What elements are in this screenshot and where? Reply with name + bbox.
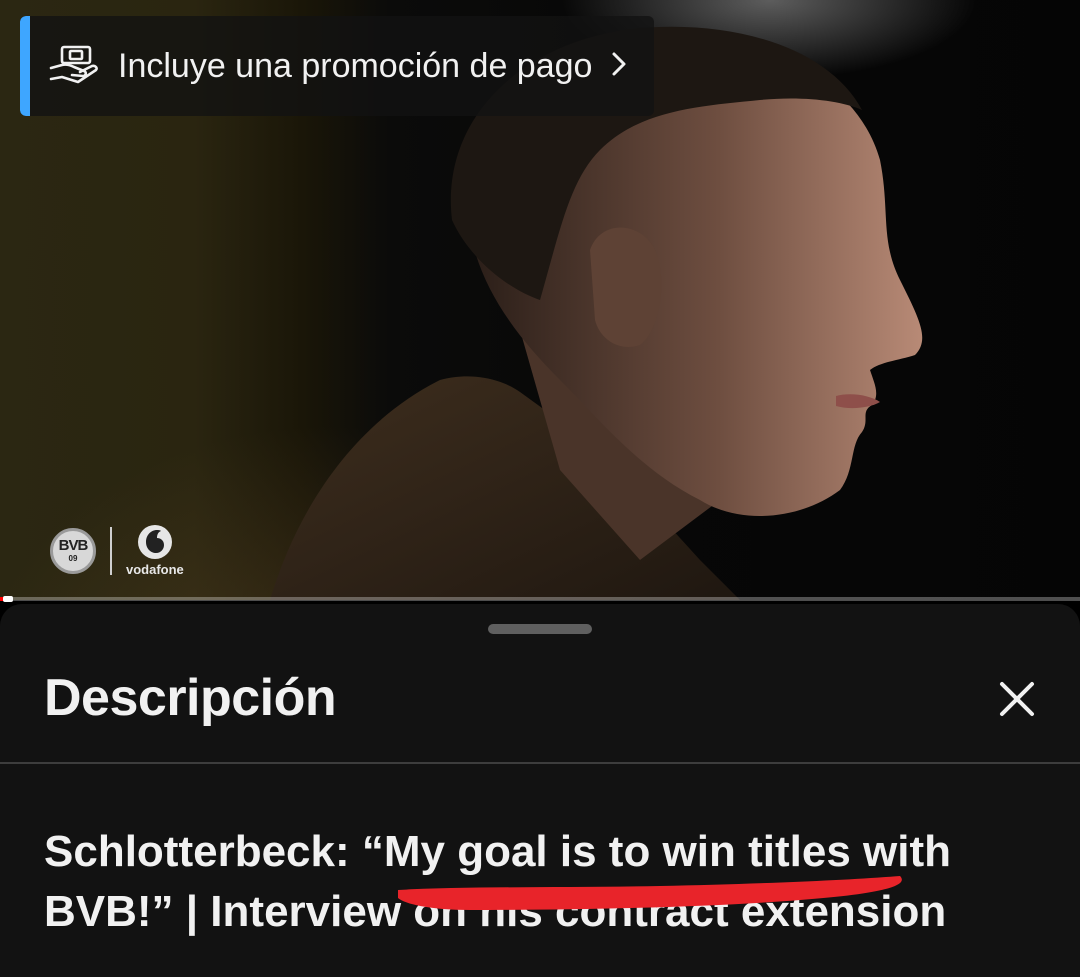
logo-divider [110,526,112,575]
promo-label: Incluye una promoción de pago [118,46,593,85]
chevron-right-icon [592,49,628,84]
progress-scrubber[interactable] [3,596,14,602]
vodafone-logo: vodafone [126,524,184,577]
payment-icon [20,44,100,89]
close-icon [996,682,1038,724]
drag-handle[interactable] [488,624,592,634]
vodafone-wordmark: vodafone [126,562,184,577]
video-watermark: BVB 09 vodafone [50,524,184,577]
video-player[interactable]: Incluye una promoción de pago BVB 09 vod… [0,0,1080,600]
close-button[interactable] [996,678,1038,720]
vodafone-icon [137,525,172,559]
header-divider [0,762,1080,764]
description-panel: Descripción Schlotterbeck: “My goal is t… [0,604,1080,977]
bvb-logo: BVB 09 [50,527,96,574]
panel-title: Descripción [44,669,337,727]
promo-accent-bar [20,16,30,116]
ear-shape [590,227,662,348]
video-progress-bar[interactable] [0,596,1080,602]
paid-promotion-banner[interactable]: Incluye una promoción de pago [20,16,654,116]
video-title: Schlotterbeck: “My goal is to win titles… [44,827,952,936]
